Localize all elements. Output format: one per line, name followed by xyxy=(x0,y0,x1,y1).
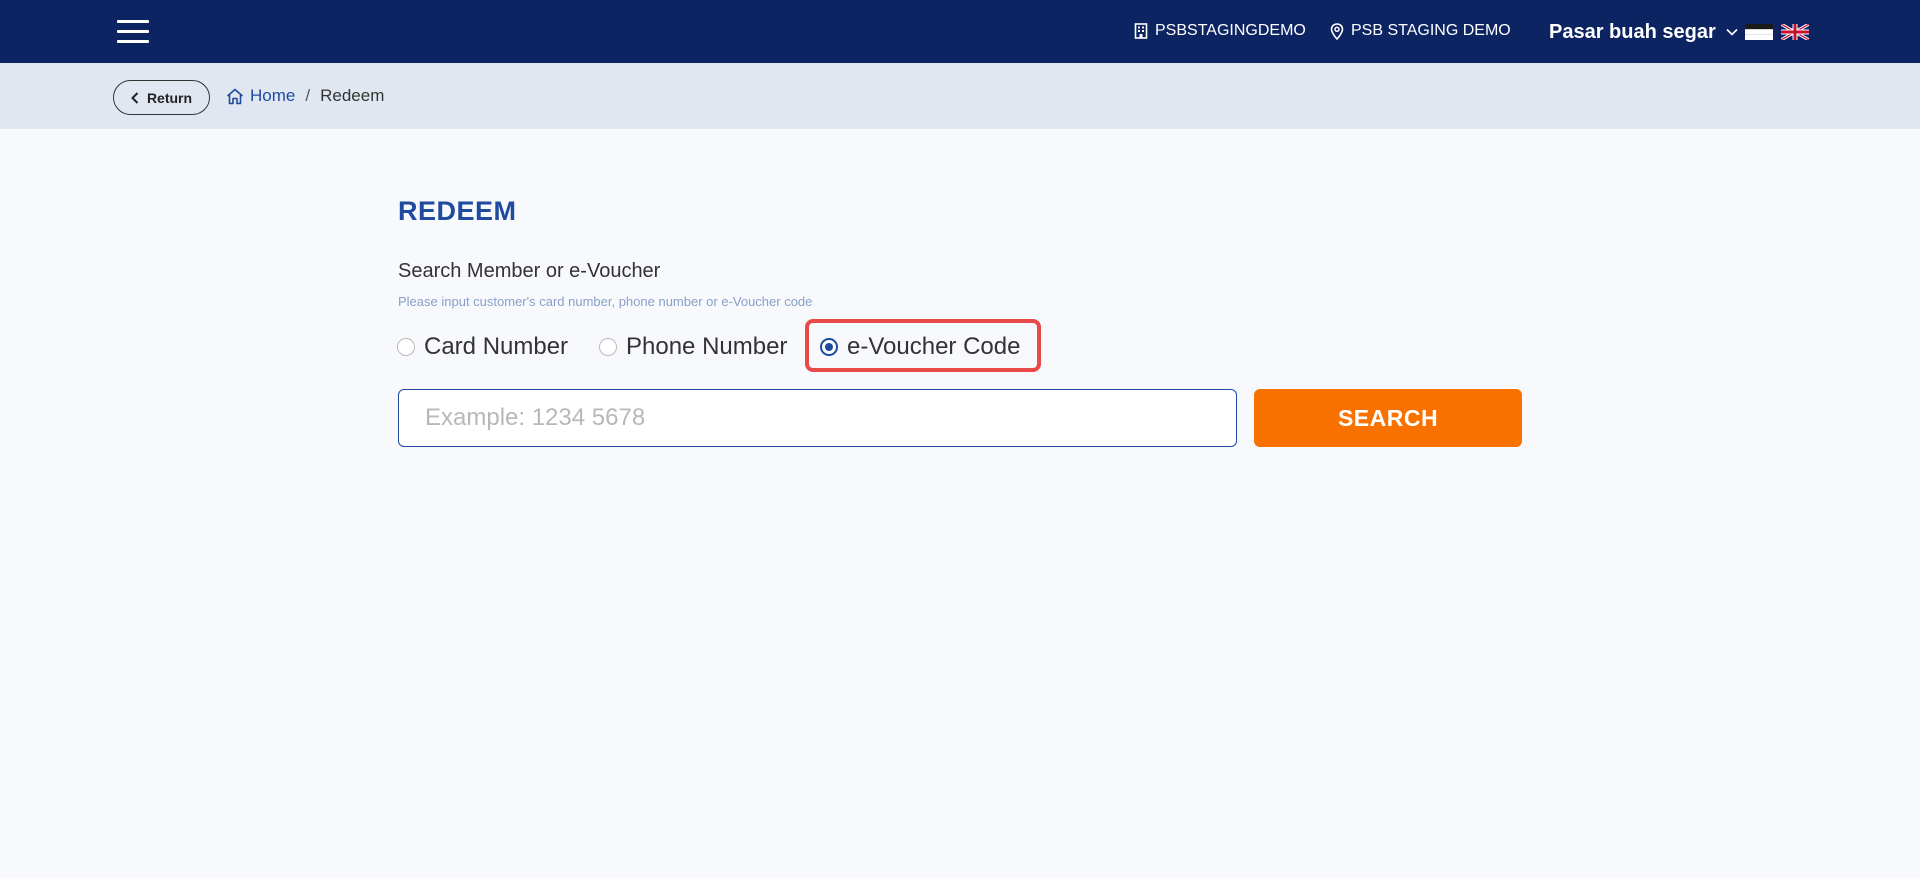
hamburger-icon[interactable] xyxy=(117,20,149,44)
breadcrumb-separator: / xyxy=(305,86,311,105)
company-info: PSBSTAGINGDEMO xyxy=(1134,20,1306,42)
location-label: PSB STAGING DEMO xyxy=(1351,22,1511,39)
radio-label: Card Number xyxy=(424,333,569,360)
return-label: Return xyxy=(146,89,193,106)
breadcrumb: Home / Redeem xyxy=(226,84,384,108)
store-selector[interactable]: Pasar buah segar xyxy=(1549,18,1738,46)
search-button[interactable]: SEARCH xyxy=(1254,389,1522,447)
location-info: PSB STAGING DEMO xyxy=(1330,20,1511,42)
top-navbar: PSBSTAGINGDEMO PSB STAGING DEMO Pasar bu… xyxy=(0,0,1920,63)
breadcrumb-home-label: Home xyxy=(250,86,296,105)
return-button[interactable]: Return xyxy=(113,80,210,115)
breadcrumb-home-link[interactable]: Home xyxy=(226,86,295,106)
search-field-hint: Please input customer's card number, pho… xyxy=(398,294,813,309)
radio-button-unchecked[interactable] xyxy=(599,338,617,356)
store-label: Pasar buah segar xyxy=(1549,20,1716,43)
chevron-left-icon xyxy=(131,91,139,104)
radio-evoucher-code[interactable]: e-Voucher Code xyxy=(820,330,1020,364)
map-pin-icon xyxy=(1330,22,1344,40)
flag-indonesia-icon[interactable] xyxy=(1745,24,1773,40)
home-icon xyxy=(226,88,244,104)
page-title: REDEEM xyxy=(398,196,517,226)
flag-uk-icon[interactable] xyxy=(1781,24,1809,40)
search-input[interactable] xyxy=(398,389,1237,447)
radio-label: Phone Number xyxy=(626,333,788,360)
radio-button-checked[interactable] xyxy=(820,338,838,356)
chevron-down-icon xyxy=(1726,28,1738,36)
radio-card-number[interactable]: Card Number xyxy=(397,330,568,364)
radio-button-unchecked[interactable] xyxy=(397,338,415,356)
building-icon xyxy=(1134,23,1148,39)
radio-phone-number[interactable]: Phone Number xyxy=(599,330,787,364)
search-field-label: Search Member or e-Voucher xyxy=(398,260,661,282)
breadcrumb-current: Redeem xyxy=(320,86,385,105)
company-label: PSBSTAGINGDEMO xyxy=(1155,22,1306,39)
radio-label: e-Voucher Code xyxy=(847,333,1021,360)
